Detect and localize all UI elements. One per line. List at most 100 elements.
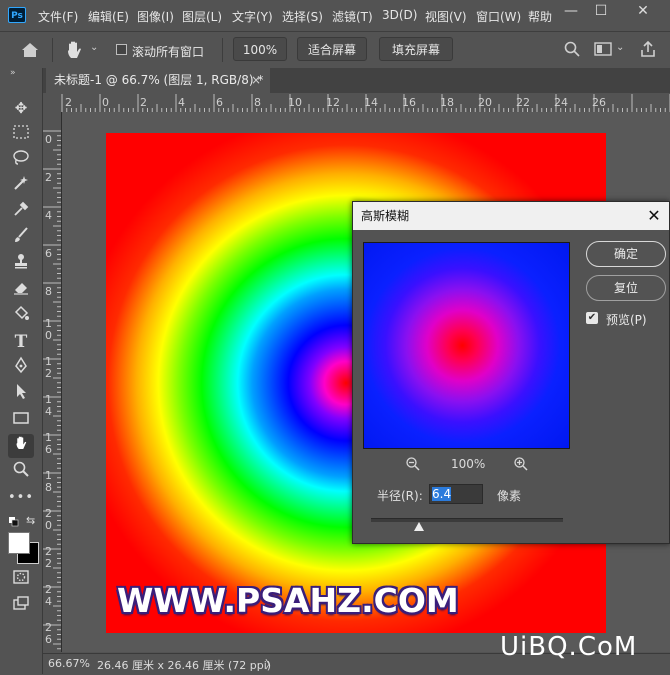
menu-image[interactable]: 图像(I) (137, 8, 174, 25)
ruler-label: 2 4 (45, 583, 52, 608)
hand-tool-icon[interactable] (62, 38, 86, 62)
type-tool-icon[interactable]: T (8, 330, 34, 354)
ruler-label: 12 (326, 96, 340, 109)
magic-wand-icon[interactable] (8, 174, 34, 198)
pen-tool-icon[interactable] (8, 356, 34, 380)
marquee-tool-icon[interactable] (8, 122, 34, 146)
swap-colors-icon[interactable]: ⇆ (26, 514, 35, 527)
chevron-down-icon[interactable]: ⌄ (616, 42, 624, 53)
dialog-title-bar[interactable]: 高斯模糊 (353, 202, 669, 230)
close-icon[interactable]: ✕ (643, 204, 665, 228)
menu-help[interactable]: 帮助 (528, 8, 552, 25)
ok-button[interactable]: 确定 (586, 241, 666, 267)
minimize-button[interactable]: — (556, 0, 586, 24)
eyedropper-icon[interactable] (8, 200, 34, 224)
close-window-button[interactable]: ✕ (628, 0, 658, 24)
document-tab[interactable]: 未标题-1 @ 66.7% (图层 1, RGB/8) * × (46, 68, 270, 93)
ruler-label: 1 8 (45, 469, 52, 494)
radius-unit: 像素 (497, 489, 522, 503)
ruler-vertical: 0 2 4 6 8 1 0 1 2 1 4 1 6 1 8 2 0 2 2 2 … (43, 112, 62, 652)
radius-slider[interactable] (371, 518, 563, 522)
chevron-down-icon[interactable]: ⌄ (90, 42, 98, 53)
ruler-label: 2 (140, 96, 147, 109)
ruler-label: 0 (102, 96, 109, 109)
close-tab-icon[interactable]: × (251, 68, 261, 93)
scroll-all-windows-label: 滚动所有窗口 (132, 45, 205, 59)
stamp-tool-icon[interactable] (8, 252, 34, 276)
zoom-readout[interactable]: 66.67% (48, 657, 90, 670)
foreground-color-swatch[interactable] (8, 532, 30, 554)
zoom-100-button[interactable]: 100% (233, 37, 287, 61)
ruler-label: 2 6 (45, 621, 52, 646)
ruler-label: 1 2 (45, 355, 52, 380)
rectangle-tool-icon[interactable] (8, 408, 34, 432)
workspace-icon[interactable] (594, 41, 614, 57)
status-menu-arrow[interactable]: 〉 (265, 656, 276, 672)
radius-slider-thumb[interactable] (414, 522, 424, 531)
dialog-title: 高斯模糊 (361, 209, 410, 223)
photoshop-logo: Ps (8, 7, 26, 23)
move-tool-icon[interactable]: ✥ (8, 96, 34, 120)
filter-preview[interactable] (363, 242, 570, 449)
maximize-button[interactable]: ☐ (586, 0, 616, 24)
radius-label: 半径(R): (377, 489, 423, 503)
search-icon[interactable] (563, 40, 581, 58)
document-info: 26.46 厘米 x 26.46 厘米 (72 ppi) (97, 659, 272, 672)
preview-zoom-level: 100% (451, 457, 486, 471)
ruler-label: 2 0 (45, 507, 52, 532)
menu-filter[interactable]: 滤镜(T) (332, 8, 373, 25)
gaussian-blur-dialog: 高斯模糊 ✕ 确定 复位 ✔ 预览(P) 100% 半径(R): 6.4 像素 (352, 201, 670, 544)
preview-checkbox[interactable]: ✔ (586, 312, 598, 324)
menu-file[interactable]: 文件(F) (38, 8, 78, 25)
menu-edit[interactable]: 编辑(E) (88, 8, 129, 25)
ruler-label: 22 (516, 96, 530, 109)
more-tools-icon[interactable]: ••• (8, 486, 34, 510)
ruler-label: 20 (478, 96, 492, 109)
ruler-horizontal: 2 0 2 4 6 8 10 12 14 16 18 20 22 24 26 (43, 94, 670, 113)
menu-type[interactable]: 文字(Y) (232, 8, 273, 25)
watermark-text: WWW.PSAHZ.COM (117, 581, 459, 620)
fill-screen-button[interactable]: 填充屏幕 (379, 37, 453, 61)
zoom-out-icon[interactable] (405, 456, 421, 472)
default-colors-icon[interactable] (9, 516, 19, 527)
screen-mode-icon[interactable] (8, 594, 34, 618)
ruler-label: 1 6 (45, 431, 52, 456)
ruler-label: 14 (364, 96, 378, 109)
lasso-tool-icon[interactable] (8, 148, 34, 172)
site-brand-mark: UiBQ.CoM (500, 632, 638, 662)
ruler-label: 4 (178, 96, 185, 109)
scroll-all-windows-checkbox[interactable] (116, 44, 127, 55)
eraser-tool-icon[interactable] (8, 278, 34, 302)
paint-bucket-icon[interactable] (8, 304, 34, 328)
menu-window[interactable]: 窗口(W) (476, 8, 521, 25)
ruler-label: 1 0 (45, 317, 52, 342)
document-tab-title: 未标题-1 @ 66.7% (图层 1, RGB/8) * (54, 73, 264, 87)
menu-view[interactable]: 视图(V) (425, 8, 467, 25)
fit-screen-button[interactable]: 适合屏幕 (297, 37, 367, 61)
hand-tool-icon[interactable] (8, 434, 34, 458)
ruler-label: 16 (402, 96, 416, 109)
quick-mask-icon[interactable] (8, 568, 34, 592)
ruler-label: 1 4 (45, 393, 52, 418)
share-icon[interactable] (638, 39, 658, 59)
ruler-label: 2 2 (45, 545, 52, 570)
radius-input[interactable]: 6.4 (429, 484, 483, 504)
options-bar: ⌄ 滚动所有窗口 100% 适合屏幕 填充屏幕 ⌄ (0, 31, 670, 69)
zoom-tool-icon[interactable] (8, 460, 34, 484)
menu-bar: Ps 文件(F) 编辑(E) 图像(I) 图层(L) 文字(Y) 选择(S) 滤… (0, 0, 670, 30)
ruler-label: 18 (440, 96, 454, 109)
collapse-panel-icon[interactable]: » (10, 68, 16, 78)
menu-3d[interactable]: 3D(D) (382, 8, 417, 22)
reset-button[interactable]: 复位 (586, 275, 666, 301)
ruler-label: 6 (216, 96, 223, 109)
ruler-label: 2 (65, 96, 72, 109)
ruler-label: 10 (288, 96, 302, 109)
menu-select[interactable]: 选择(S) (282, 8, 323, 25)
path-selection-icon[interactable] (8, 382, 34, 406)
brush-tool-icon[interactable] (8, 226, 34, 250)
menu-layer[interactable]: 图层(L) (182, 8, 222, 25)
zoom-in-icon[interactable] (513, 456, 529, 472)
ruler-label: 4 (45, 209, 52, 222)
home-icon[interactable] (18, 38, 42, 62)
ruler-label: 2 (45, 171, 52, 184)
